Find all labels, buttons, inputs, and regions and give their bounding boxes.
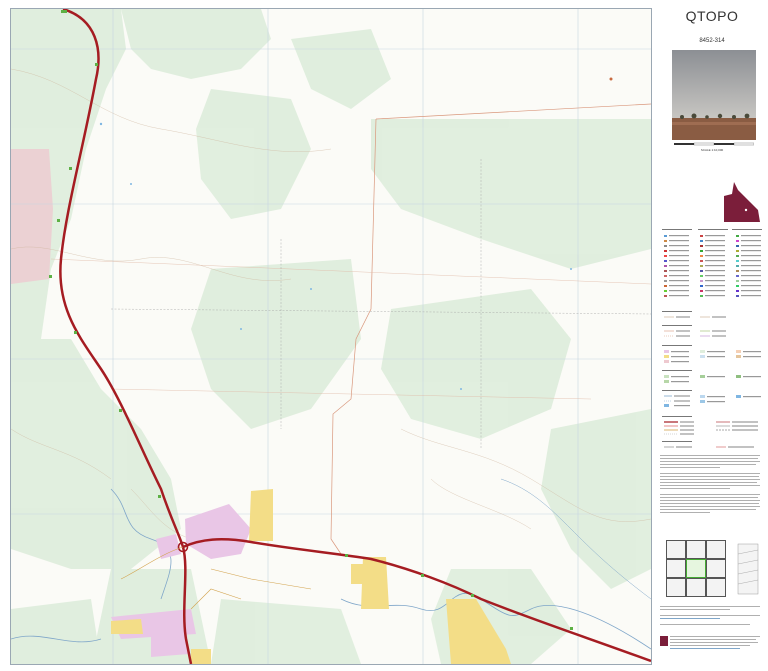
index-cell-current [686,559,706,578]
index-cell [666,540,686,559]
index-cell [686,578,706,597]
info-panel: QTOPO 8452-314 SCALE 1:10,000 [656,0,768,671]
disclaimer-text [660,455,760,513]
index-cell [666,559,686,578]
urban-area-west [11,149,53,284]
cover-photo [672,50,756,140]
adjoining-sheets-index [666,540,726,598]
locator-map [724,182,760,222]
qld-government-logo [660,636,668,646]
index-cell [706,559,726,578]
index-cell [686,540,706,559]
map-frame[interactable] [10,8,652,665]
index-cell [706,540,726,559]
panel-title: QTOPO [685,8,739,24]
footer-text [660,606,760,649]
map-canvas[interactable] [11,9,651,664]
fold-diagram [737,543,759,595]
index-cell [666,578,686,597]
map-sheet-id: 8452-314 [699,38,725,44]
index-cell [706,578,726,597]
scale-text: SCALE 1:10,000 [700,148,724,152]
scale-bar [674,142,754,146]
